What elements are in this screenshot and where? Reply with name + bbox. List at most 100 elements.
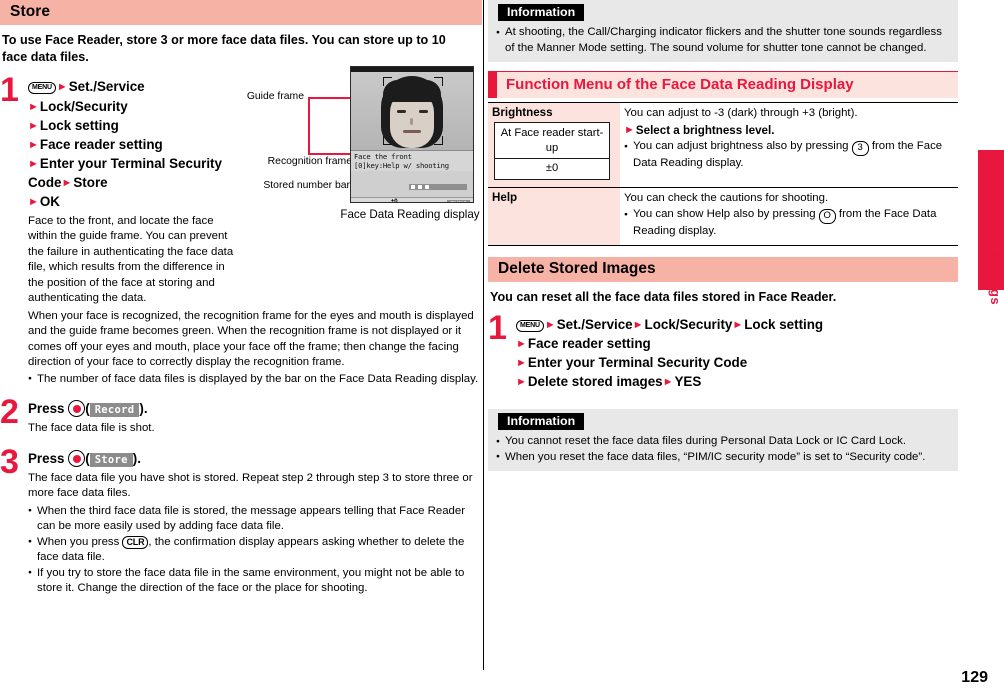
phone-softkey-right[interactable]: FUNC <box>447 200 470 202</box>
press-label: Press <box>28 450 65 466</box>
page-number: 129 <box>961 669 988 686</box>
arrow-icon: ► <box>732 319 744 332</box>
callout-stored-number-bar: Stored number bar <box>263 180 350 191</box>
select-key-icon[interactable] <box>68 449 86 467</box>
help-desc-intro: You can check the cautions for shooting. <box>624 191 829 204</box>
phone-blank-area <box>351 171 473 197</box>
step-1-path-3[interactable]: Face reader setting <box>40 137 163 152</box>
delete-path-0[interactable]: Set./Service <box>557 317 633 332</box>
function-menu-heading-wrap: Function Menu of the Face Data Reading D… <box>488 71 958 98</box>
help-bullet-pre: You can show Help also by pressing <box>633 208 819 221</box>
step-3-bullets: When the third face data file is stored,… <box>28 503 480 597</box>
function-name-cell-brightness: Brightness At Face reader start-up ±0 <box>488 102 620 188</box>
right-column: Information At shooting, the Call/Chargi… <box>488 0 958 670</box>
arrow-icon: ► <box>516 338 527 351</box>
list-item: You can show Help also by pressing O fro… <box>624 207 954 239</box>
step-2-body: The face data file is shot. <box>28 421 482 437</box>
brightness-bullet-pre: You can adjust brightness also by pressi… <box>633 140 852 153</box>
guide-frame-overlay <box>383 77 443 145</box>
guide-frame-leader-v <box>308 97 311 155</box>
figure-caption: Face Data Reading display <box>340 208 480 221</box>
softkey-record[interactable]: Record <box>89 403 140 418</box>
step-3-number: 3 <box>0 442 19 481</box>
brightness-bullets: You can adjust brightness also by pressi… <box>624 139 954 171</box>
brightness-sub-step: ►Select a brightness level. <box>624 123 954 139</box>
camera-preview <box>351 72 473 150</box>
phone-screenshot: Face the front [0]key:Help w/ shooting ±… <box>350 66 474 203</box>
column-divider <box>483 0 484 670</box>
step-2-body-text: The face data file is shot. <box>28 422 155 435</box>
face-data-reading-figure: Guide frame Recognition frame Stored num… <box>247 62 482 297</box>
step-1-body-b: When your face is recognized, the recogn… <box>28 309 480 371</box>
callout-recognition-frame: Recognition frame <box>267 156 352 167</box>
key-3-icon[interactable]: 3 <box>851 141 869 157</box>
function-menu-heading: Function Menu of the Face Data Reading D… <box>488 72 958 98</box>
left-column: Store To use Face Reader, store 3 or mor… <box>0 0 482 670</box>
list-item: When you reset the face data files, “PIM… <box>496 449 950 466</box>
information-bottom-list: You cannot reset the face data files dur… <box>496 434 950 465</box>
press-label: Press <box>28 401 65 417</box>
arrow-icon: ► <box>662 376 674 389</box>
function-desc-cell-help: You can check the cautions for shooting.… <box>620 186 958 246</box>
delete-path-3[interactable]: Face reader setting <box>528 336 651 351</box>
section-title-store: Store <box>0 0 482 25</box>
step-2-heading: Press (Record). <box>28 400 148 418</box>
list-item: At shooting, the Call/Charging indicator… <box>496 25 950 56</box>
key-o-icon[interactable]: O <box>818 209 836 224</box>
list-item: You cannot reset the face data files dur… <box>496 434 950 450</box>
step-3-heading: Press (Store). <box>28 449 141 467</box>
step-1-path-2[interactable]: Lock setting <box>40 118 119 133</box>
select-key-icon[interactable] <box>68 400 86 418</box>
information-top-list: At shooting, the Call/Charging indicator… <box>496 25 950 56</box>
delete-step-1-number: 1 <box>488 309 507 348</box>
list-item: When you press CLR, the confirmation dis… <box>28 534 480 566</box>
brightness-sub-step-text: Select a brightness level. <box>635 123 775 137</box>
brightness-desc-intro: You can adjust to -3 (dark) through +3 (… <box>624 107 858 119</box>
step-3-body: The face data file you have shot is stor… <box>28 471 480 502</box>
information-box-bottom: Information You cannot reset the face da… <box>488 409 958 472</box>
arrow-icon: ► <box>632 319 644 332</box>
delete-path-4[interactable]: Enter your Terminal Security Code <box>528 355 747 370</box>
phone-message: Face the front [0]key:Help w/ shooting <box>351 150 473 171</box>
brightness-value-top: At Face reader start-up <box>495 123 609 160</box>
brightness-indicator: ±0 <box>391 199 398 203</box>
delete-path-5[interactable]: Delete stored images <box>528 374 663 389</box>
clr-key-icon[interactable]: CLR <box>122 535 149 550</box>
step-2: 2 Press (Record). The face data file is … <box>0 395 482 437</box>
information-tag: Information <box>498 413 585 431</box>
table-row: Help You can check the cautions for shoo… <box>488 186 958 246</box>
list-item: The number of face data files is display… <box>28 371 480 388</box>
stored-number-bar <box>409 184 467 190</box>
list-item: You can adjust brightness also by pressi… <box>624 139 954 171</box>
delete-path-1[interactable]: Lock/Security <box>645 317 733 332</box>
side-tab-label: Security Settings <box>988 192 1003 305</box>
step-3: 3 Press (Store). The face data file you … <box>0 445 482 597</box>
heading-accent-bar <box>488 72 497 98</box>
brightness-value-bottom: ±0 <box>545 162 559 175</box>
menu-key-icon[interactable]: MENU <box>516 320 544 332</box>
function-name-brightness: Brightness <box>492 106 553 119</box>
step-1-body-a: Face to the front, and locate the face w… <box>28 214 241 307</box>
delete-step-1-heading: MENU ►Set./Service►Lock/Security►Lock set… <box>516 315 958 391</box>
delete-step-1: 1 MENU ►Set./Service►Lock/Security►Lock s… <box>488 311 958 391</box>
function-desc-cell-brightness: You can adjust to -3 (dark) through +3 (… <box>620 102 958 188</box>
function-name-help: Help <box>492 190 518 204</box>
phone-message-line-1: Face the front <box>354 152 412 161</box>
delete-path-2[interactable]: Lock setting <box>744 317 823 332</box>
delete-lead-text: You can reset all the face data files st… <box>490 289 837 304</box>
arrow-icon: ► <box>28 138 39 151</box>
arrow-icon: ► <box>28 195 39 208</box>
step-1-body-a-text: Face to the front, and locate the face w… <box>28 214 234 305</box>
step-1-body-b-text: When your face is recognized, the recogn… <box>28 309 474 369</box>
store-lead-text: To use Face Reader, store 3 or more face… <box>2 33 446 64</box>
arrow-icon: ► <box>516 357 527 370</box>
arrow-icon: ► <box>28 119 39 132</box>
phone-message-line-2: [0]key:Help w/ shooting <box>354 161 449 170</box>
softkey-store[interactable]: Store <box>89 452 133 467</box>
help-bullets: You can show Help also by pressing O fro… <box>624 207 954 239</box>
table-row: Brightness At Face reader start-up ±0 Yo… <box>488 102 958 188</box>
arrow-icon: ► <box>516 376 527 389</box>
step-1-path-6[interactable]: OK <box>40 194 60 209</box>
step-1-bullets: The number of face data files is display… <box>28 371 480 388</box>
delete-path-6[interactable]: YES <box>675 374 702 389</box>
